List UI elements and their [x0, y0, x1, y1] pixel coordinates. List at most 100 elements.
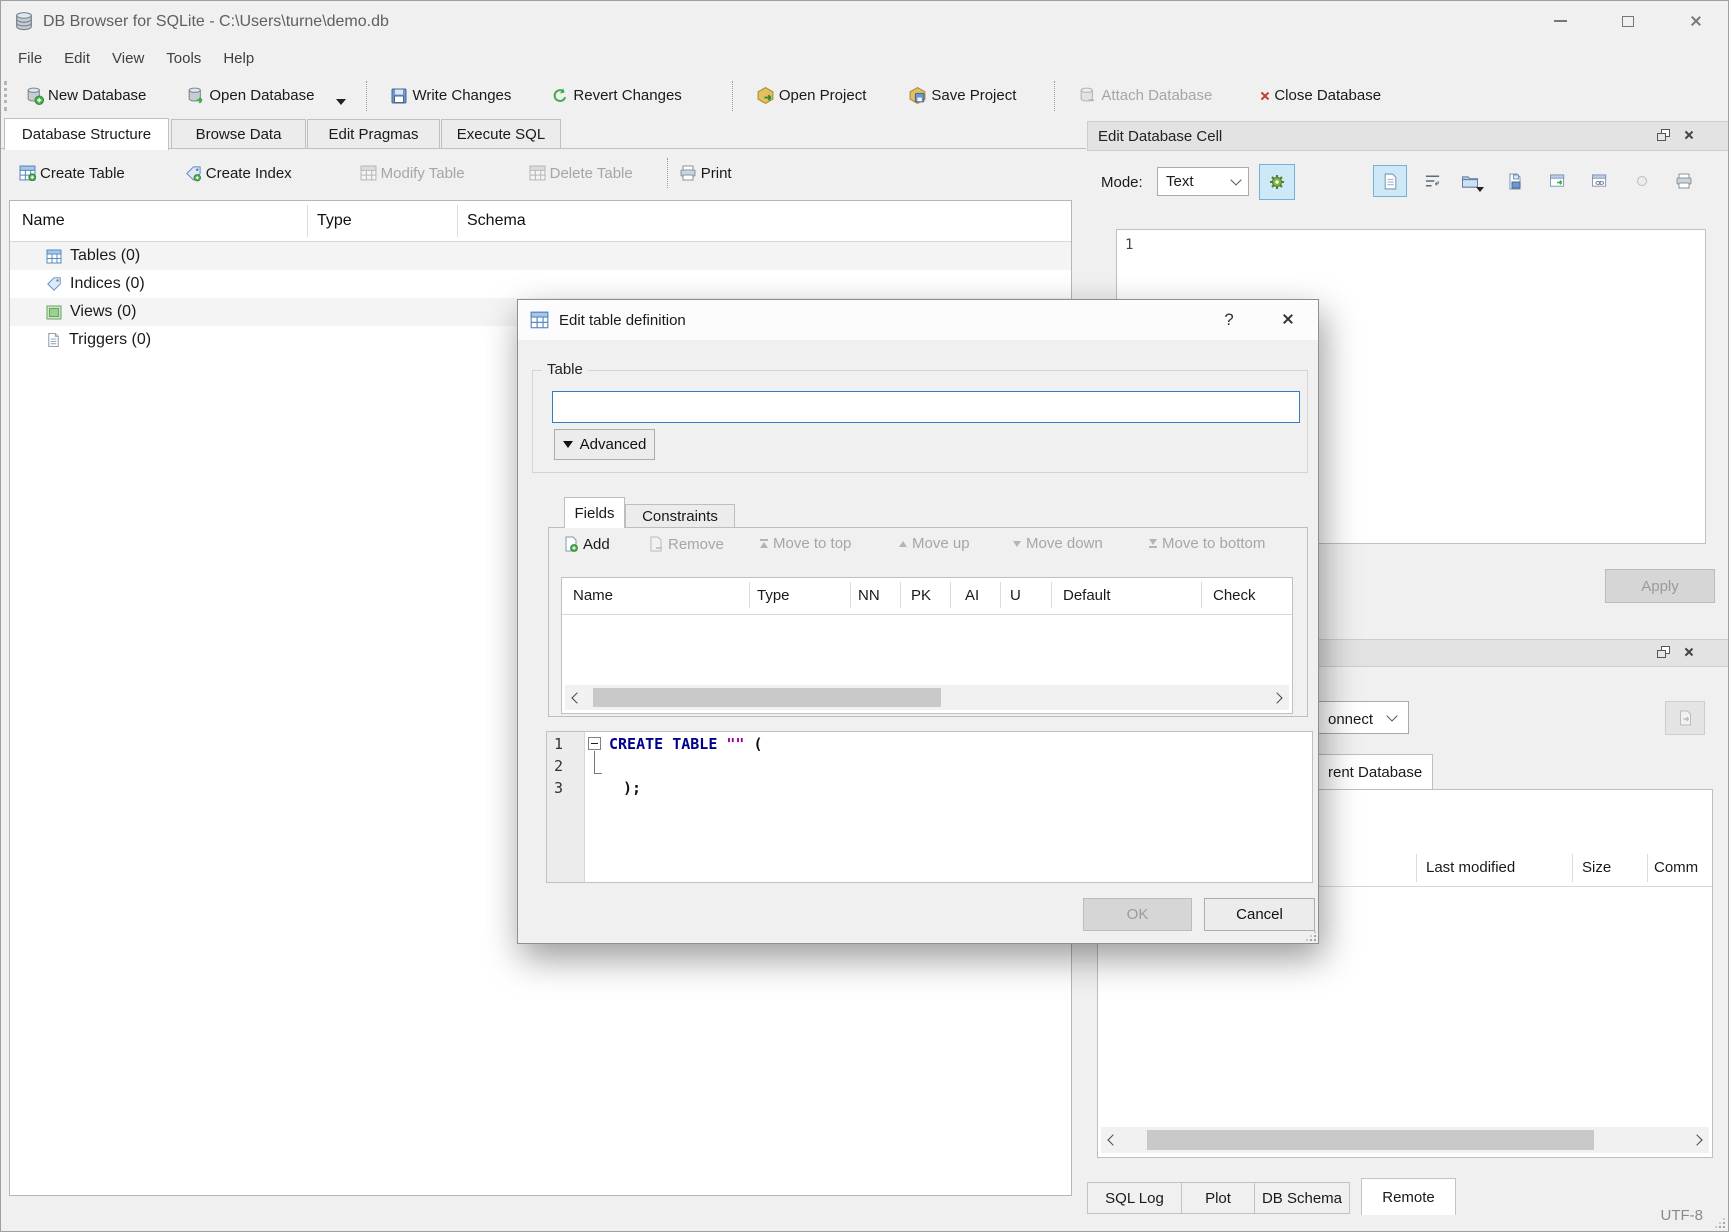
fields-table[interactable]: Name Type NN PK AI U Default Check: [561, 577, 1293, 714]
tree-header-separator[interactable]: [457, 205, 458, 237]
cancel-button[interactable]: Cancel: [1204, 898, 1315, 931]
scrollbar-thumb[interactable]: [1147, 1130, 1594, 1150]
menu-help[interactable]: Help: [212, 45, 265, 72]
close-database-button[interactable]: Close Database: [1252, 82, 1389, 109]
remote-horizontal-scrollbar[interactable]: [1101, 1127, 1709, 1153]
menu-file[interactable]: File: [7, 45, 53, 72]
dock-close-icon[interactable]: [1684, 130, 1694, 140]
tab-database-structure[interactable]: Database Structure: [4, 118, 169, 150]
attach-database-button[interactable]: Attach Database: [1070, 80, 1220, 111]
column-ai[interactable]: AI: [965, 588, 979, 603]
tab-db-schema[interactable]: DB Schema: [1254, 1182, 1350, 1214]
document-view-button[interactable]: [1373, 165, 1407, 197]
remote-column-last-modified[interactable]: Last modified: [1426, 860, 1515, 875]
advanced-button[interactable]: Advanced: [554, 429, 655, 460]
column-pk[interactable]: PK: [911, 588, 931, 603]
remote-current-database-tab[interactable]: rent Database: [1301, 754, 1433, 789]
open-database-dropdown[interactable]: [336, 99, 346, 105]
scroll-left-icon[interactable]: [571, 692, 582, 703]
menu-view[interactable]: View: [101, 45, 155, 72]
tab-sql-log[interactable]: SQL Log: [1087, 1182, 1182, 1214]
tab-browse-data[interactable]: Browse Data: [171, 119, 306, 149]
tab-plot[interactable]: Plot: [1181, 1182, 1255, 1214]
table-name-input[interactable]: [552, 391, 1300, 423]
tree-header-separator[interactable]: [307, 205, 308, 237]
dialog-help-button[interactable]: ?: [1218, 311, 1240, 328]
column-nn[interactable]: NN: [858, 588, 880, 603]
tab-fields[interactable]: Fields: [564, 497, 625, 528]
scrollbar-thumb[interactable]: [593, 688, 941, 707]
set-null-button[interactable]: [1625, 165, 1659, 197]
move-down-button[interactable]: Move down: [1013, 536, 1103, 551]
export-file-button[interactable]: [1499, 165, 1533, 197]
mode-select[interactable]: Text: [1157, 167, 1249, 196]
menu-edit[interactable]: Edit: [53, 45, 101, 72]
print-cell-button[interactable]: [1667, 165, 1701, 197]
delete-table-button[interactable]: Delete Table: [521, 159, 641, 187]
remote-column-commit[interactable]: Comm: [1654, 860, 1698, 875]
tree-row-indices[interactable]: Indices (0): [10, 270, 1071, 298]
create-index-button[interactable]: Create Index: [177, 159, 300, 188]
new-database-button[interactable]: New Database: [17, 80, 154, 111]
open-in-window-button[interactable]: [1541, 165, 1575, 197]
maximize-button[interactable]: [1608, 6, 1648, 36]
window-titlebar[interactable]: DB Browser for SQLite - C:\Users\turne\d…: [1, 1, 1729, 43]
ok-button[interactable]: OK: [1083, 898, 1192, 931]
dock-float-icon[interactable]: [1657, 129, 1670, 141]
revert-changes-button[interactable]: Revert Changes: [543, 81, 689, 111]
tree-column-name[interactable]: Name: [22, 213, 65, 229]
tree-column-type[interactable]: Type: [317, 213, 352, 229]
close-button[interactable]: [1676, 6, 1716, 36]
sql-preview[interactable]: 1 2 3 CREATE TABLE "" ( );: [546, 731, 1313, 883]
save-project-button[interactable]: Save Project: [900, 80, 1024, 111]
move-to-bottom-button[interactable]: Move to bottom: [1149, 536, 1265, 551]
modify-table-button[interactable]: Modify Table: [352, 159, 473, 187]
dialog-resize-grip[interactable]: [1304, 929, 1316, 941]
fields-horizontal-scrollbar[interactable]: [565, 685, 1289, 710]
dock-float-icon[interactable]: [1657, 646, 1670, 658]
tree-column-schema[interactable]: Schema: [467, 213, 526, 229]
scroll-right-icon[interactable]: [1271, 692, 1282, 703]
move-up-button[interactable]: Move up: [899, 536, 970, 551]
column-default[interactable]: Default: [1063, 588, 1111, 603]
tab-edit-pragmas[interactable]: Edit Pragmas: [307, 119, 440, 149]
move-to-top-button[interactable]: Move to top: [760, 536, 851, 551]
link-data-button[interactable]: [1583, 165, 1617, 197]
scroll-right-icon[interactable]: [1691, 1134, 1702, 1145]
tree-row-tables[interactable]: Tables (0): [10, 242, 1071, 270]
apply-button[interactable]: Apply: [1605, 569, 1715, 603]
tab-constraints[interactable]: Constraints: [625, 504, 735, 528]
column-type[interactable]: Type: [757, 588, 790, 603]
remote-clone-button[interactable]: [1665, 701, 1705, 735]
fields-table-header[interactable]: Name Type NN PK AI U Default Check: [562, 578, 1292, 615]
ok-label: OK: [1127, 907, 1149, 922]
dock-close-icon[interactable]: [1684, 647, 1694, 657]
mode-label: Mode:: [1101, 175, 1143, 190]
menu-tools[interactable]: Tools: [155, 45, 212, 72]
window-resize-grip[interactable]: [1713, 1216, 1725, 1228]
toolbar-drag-handle[interactable]: [4, 81, 13, 111]
column-name[interactable]: Name: [573, 588, 613, 603]
column-check[interactable]: Check: [1213, 588, 1256, 603]
dialog-titlebar[interactable]: Edit table definition ?: [518, 300, 1318, 340]
tab-execute-sql[interactable]: Execute SQL: [441, 119, 561, 149]
add-field-button[interactable]: Add: [564, 536, 610, 552]
open-project-button[interactable]: Open Project: [748, 80, 875, 111]
word-wrap-button[interactable]: [1415, 165, 1449, 197]
minimize-button[interactable]: [1540, 6, 1580, 36]
fold-marker-icon[interactable]: [588, 737, 601, 750]
import-file-button[interactable]: [1457, 165, 1491, 197]
remove-field-button[interactable]: Remove: [649, 536, 724, 552]
remote-column-size[interactable]: Size: [1582, 860, 1611, 875]
scroll-left-icon[interactable]: [1107, 1134, 1118, 1145]
create-table-button[interactable]: Create Table: [11, 159, 133, 187]
dialog-close-button[interactable]: [1282, 313, 1294, 328]
write-changes-button[interactable]: Write Changes: [382, 81, 519, 111]
edit-database-cell-dock-title[interactable]: Edit Database Cell: [1087, 121, 1729, 151]
print-button[interactable]: Print: [671, 158, 740, 188]
open-database-button[interactable]: Open Database: [178, 80, 322, 111]
auto-detect-format-button[interactable]: [1259, 164, 1295, 200]
column-u[interactable]: U: [1010, 588, 1021, 603]
tree-header[interactable]: Name Type Schema: [10, 201, 1071, 242]
tab-remote[interactable]: Remote: [1361, 1178, 1456, 1215]
